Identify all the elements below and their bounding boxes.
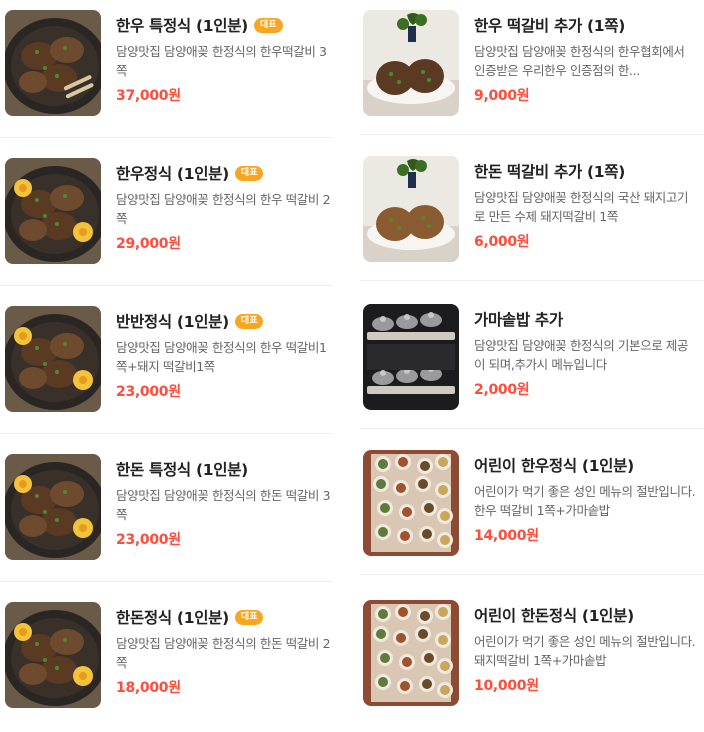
item-divider (360, 134, 704, 135)
menu-item[interactable]: 한돈 떡갈비 추가 (1쪽) 담양맛집 담양애꽂 한정식의 국산 돼지고기로 만… (360, 146, 704, 286)
signature-badge: 대표 (234, 609, 264, 625)
menu-item-description: 담양맛집 담양애꽂 한정식의 한우협회에서 인증받은 우리한우 인증점의 한..… (474, 44, 685, 78)
pork-special-set-photo (5, 454, 101, 560)
menu-item-name-row: 한우정식 (1인분) 대표 (116, 160, 334, 186)
menu-item-name: 한돈정식 (1인분) (116, 609, 229, 627)
menu-item-description: 담양맛집 담양애꽂 한정식의 한돈 떡갈비 3쪽 (116, 488, 331, 522)
menu-item-name-row: 가마솥밥 추가 (474, 306, 698, 332)
menu-item-name-row: 한우 떡갈비 추가 (1쪽) (474, 12, 698, 38)
item-divider (360, 428, 704, 429)
menu-item-name: 한우정식 (1인분) (116, 165, 229, 183)
menu-item-name: 한우 떡갈비 추가 (1쪽) (474, 17, 626, 35)
menu-item-price: 10,000원 (474, 678, 539, 694)
menu-item-info: 어린이 한돈정식 (1인분) 어린이가 먹기 좋은 성인 메뉴의 절반입니다. … (474, 602, 698, 695)
menu-item-info: 한돈 특정식 (1인분) 담양맛집 담양애꽂 한정식의 한돈 떡갈비 3쪽 23… (116, 456, 334, 549)
item-divider (0, 581, 332, 582)
menu-item-description: 담양맛집 담양애꽂 한정식의 한우 떡갈비 2쪽 (116, 192, 331, 226)
menu-item-price: 6,000원 (474, 234, 530, 250)
menu-item-price: 29,000원 (116, 236, 181, 252)
menu-item-info: 어린이 한우정식 (1인분) 어린이가 먹기 좋은 성인 메뉴의 절반입니다. … (474, 452, 698, 545)
pork-patty-plate-photo (363, 156, 459, 262)
menu-item[interactable]: 어린이 한우정식 (1인분) 어린이가 먹기 좋은 성인 메뉴의 절반입니다. … (360, 440, 704, 580)
menu-item-name-row: 한돈 특정식 (1인분) (116, 456, 334, 482)
menu-item-name-row: 한돈 떡갈비 추가 (1쪽) (474, 158, 698, 184)
item-divider (360, 280, 704, 281)
menu-grid: 한우 특정식 (1인분) 대표 담양맛집 담양애꽂 한정식의 한우떡갈비 3쪽 … (0, 0, 704, 720)
menu-item-info: 한우 떡갈비 추가 (1쪽) 담양맛집 담양애꽂 한정식의 한우협회에서 인증받… (474, 12, 698, 105)
menu-item-price: 9,000원 (474, 88, 530, 104)
menu-item[interactable]: 한우 특정식 (1인분) 대표 담양맛집 담양애꽂 한정식의 한우떡갈비 3쪽 … (0, 0, 340, 140)
menu-item-price: 14,000원 (474, 528, 539, 544)
signature-badge: 대표 (253, 17, 283, 33)
menu-item-name: 가마솥밥 추가 (474, 311, 563, 329)
item-divider (360, 574, 704, 575)
pot-rice-photo (363, 304, 459, 410)
menu-item[interactable]: 한우 떡갈비 추가 (1쪽) 담양맛집 담양애꽂 한정식의 한우협회에서 인증받… (360, 0, 704, 140)
menu-item-description: 담양맛집 담양애꽂 한정식의 한돈 떡갈비 2쪽 (116, 636, 331, 670)
menu-item-price: 18,000원 (116, 680, 181, 696)
pork-set-photo (5, 602, 101, 708)
menu-item-description: 담양맛집 담양애꽂 한정식의 기본으로 제공이 되며,추가시 메뉴입니다 (474, 338, 689, 372)
menu-item-info: 한우정식 (1인분) 대표 담양맛집 담양애꽂 한정식의 한우 떡갈비 2쪽 2… (116, 160, 334, 253)
item-divider (0, 285, 332, 286)
kids-pork-table-photo (363, 600, 459, 706)
menu-item-name-row: 반반정식 (1인분) 대표 (116, 308, 334, 334)
menu-item-name: 한우 특정식 (1인분) (116, 17, 248, 35)
menu-item[interactable]: 가마솥밥 추가 담양맛집 담양애꽂 한정식의 기본으로 제공이 되며,추가시 메… (360, 294, 704, 434)
menu-item-price: 2,000원 (474, 382, 530, 398)
menu-item-description: 어린이가 먹기 좋은 성인 메뉴의 절반입니다. 한우 떡갈비 1쪽+가마솥밥 (474, 484, 696, 518)
half-half-set-photo (5, 306, 101, 412)
menu-item-info: 반반정식 (1인분) 대표 담양맛집 담양애꽂 한정식의 한우 떡갈비1쪽+돼지… (116, 308, 334, 401)
menu-item-price: 23,000원 (116, 532, 181, 548)
menu-item-info: 한우 특정식 (1인분) 대표 담양맛집 담양애꽂 한정식의 한우떡갈비 3쪽 … (116, 12, 334, 105)
menu-item-price: 37,000원 (116, 88, 181, 104)
menu-item-name-row: 한돈정식 (1인분) 대표 (116, 604, 334, 630)
menu-item[interactable]: 반반정식 (1인분) 대표 담양맛집 담양애꽂 한정식의 한우 떡갈비1쪽+돼지… (0, 296, 340, 436)
menu-item-price: 23,000원 (116, 384, 181, 400)
menu-item-name: 한돈 떡갈비 추가 (1쪽) (474, 163, 626, 181)
menu-item[interactable]: 한돈 특정식 (1인분) 담양맛집 담양애꽂 한정식의 한돈 떡갈비 3쪽 23… (0, 444, 340, 584)
menu-item-name-row: 어린이 한돈정식 (1인분) (474, 602, 698, 628)
menu-item-description: 담양맛집 담양애꽂 한정식의 한우 떡갈비1쪽+돼지 떡갈비1쪽 (116, 340, 327, 374)
menu-item-description: 담양맛집 담양애꽂 한정식의 국산 돼지고기로 만든 수제 돼지떡갈비 1쪽 (474, 190, 689, 224)
menu-item-description: 담양맛집 담양애꽂 한정식의 한우떡갈비 3쪽 (116, 44, 327, 78)
menu-item-name-row: 한우 특정식 (1인분) 대표 (116, 12, 334, 38)
hanwoo-tteokgalbi-photo (5, 10, 101, 116)
menu-item-name-row: 어린이 한우정식 (1인분) (474, 452, 698, 478)
menu-item-name: 한돈 특정식 (1인분) (116, 461, 248, 479)
signature-badge: 대표 (234, 165, 264, 181)
menu-item[interactable]: 어린이 한돈정식 (1인분) 어린이가 먹기 좋은 성인 메뉴의 절반입니다. … (360, 590, 704, 730)
menu-item[interactable]: 한돈정식 (1인분) 대표 담양맛집 담양애꽂 한정식의 한돈 떡갈비 2쪽 1… (0, 592, 340, 732)
item-divider (0, 137, 332, 138)
item-divider (0, 433, 332, 434)
menu-item-info: 한돈정식 (1인분) 대표 담양맛집 담양애꽂 한정식의 한돈 떡갈비 2쪽 1… (116, 604, 334, 697)
hanwoo-set-photo (5, 158, 101, 264)
kids-hanwoo-table-photo (363, 450, 459, 556)
menu-item-info: 한돈 떡갈비 추가 (1쪽) 담양맛집 담양애꽂 한정식의 국산 돼지고기로 만… (474, 158, 698, 251)
menu-item-info: 가마솥밥 추가 담양맛집 담양애꽂 한정식의 기본으로 제공이 되며,추가시 메… (474, 306, 698, 399)
menu-item-description: 어린이가 먹기 좋은 성인 메뉴의 절반입니다. 돼지떡갈비 1쪽+가마솥밥 (474, 634, 696, 668)
signature-badge: 대표 (234, 313, 264, 329)
hanwoo-patty-plate-photo (363, 10, 459, 116)
menu-item-name: 어린이 한우정식 (1인분) (474, 457, 634, 475)
menu-item-name: 어린이 한돈정식 (1인분) (474, 607, 634, 625)
menu-item[interactable]: 한우정식 (1인분) 대표 담양맛집 담양애꽂 한정식의 한우 떡갈비 2쪽 2… (0, 148, 340, 288)
menu-item-name: 반반정식 (1인분) (116, 313, 229, 331)
